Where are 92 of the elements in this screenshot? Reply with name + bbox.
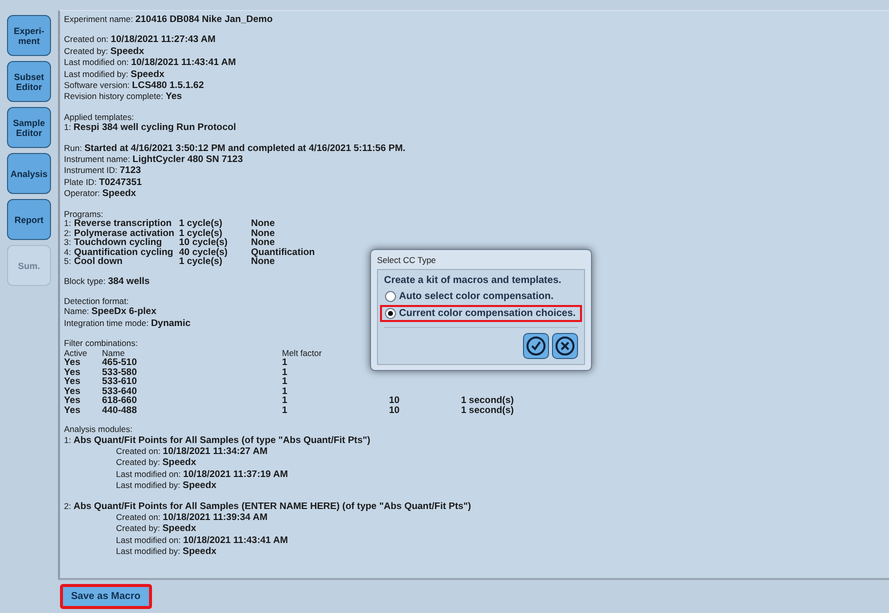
table-cell-text: 1 cycle(s) xyxy=(179,257,222,267)
table-cell-text: 1 xyxy=(282,358,288,368)
table-cell-text: 1: xyxy=(64,219,72,229)
table-cell-text: 533-610 xyxy=(102,377,138,387)
table-cell-text: Cool down xyxy=(74,257,123,267)
report-line: Name: SpeeDx 6-plex xyxy=(64,306,156,318)
table-cell-text: 465-510 xyxy=(102,358,138,368)
table-cell-text: None xyxy=(251,219,276,229)
report-line: Last modified on: 10/18/2021 11:43:41 AM xyxy=(116,534,288,546)
table-cell: 5: xyxy=(64,257,72,267)
radio-option[interactable]: Current color compensation choices. xyxy=(380,305,582,322)
table-cell: 4: xyxy=(64,248,72,258)
table-cell-text: 1 cycle(s) xyxy=(179,219,224,229)
report-line: Instrument ID: 7123 xyxy=(64,165,141,177)
table-cell-text: 1 xyxy=(282,396,288,406)
nav-button[interactable]: Subset Editor xyxy=(7,61,51,102)
table-cell-text: 1 xyxy=(282,377,288,387)
column-header: Active xyxy=(64,348,88,358)
ok-button[interactable] xyxy=(523,333,549,359)
table-cell-text: Yes xyxy=(64,396,82,406)
report-line: Last modified on: 10/18/2021 11:43:41 AM xyxy=(64,57,236,69)
dialog-prompt: Create a kit of macros and templates. xyxy=(384,275,562,286)
radio-icon[interactable] xyxy=(385,291,396,302)
table-cell-text: 440-488 xyxy=(102,406,138,416)
report-line: Plate ID: T0247351 xyxy=(64,176,142,188)
table-cell-text: Yes xyxy=(64,406,82,416)
report-line: Created by: Speedx xyxy=(64,46,144,58)
table-cell-text: Touchdown cycling xyxy=(74,238,162,248)
table-cell-text: Reverse transcription xyxy=(74,219,172,229)
report-line: Run: Started at 4/16/2021 3:50:12 PM and completed at 4/16/2021 5:11:56 PM. xyxy=(64,142,406,154)
table-cell-text: Quantification cycling xyxy=(74,248,174,258)
table-cell-text: 10 xyxy=(389,396,401,406)
report-line: Last modified by: Speedx xyxy=(116,546,216,558)
report-line: Last modified by: Speedx xyxy=(64,68,164,80)
table-cell: Quantification xyxy=(251,248,315,258)
table-cell: 1 second(s) xyxy=(461,396,514,406)
close-icon xyxy=(555,336,575,356)
module-title: 1: Abs Quant/Fit Points for All Samples (of type "Abs Quant/Fit Pts") xyxy=(64,434,370,446)
cancel-button[interactable] xyxy=(552,333,578,359)
report-line: Revision history complete: Yes xyxy=(64,91,182,103)
dialog-title: Select CC Type xyxy=(377,255,437,265)
table-cell-text: 1 xyxy=(282,368,288,378)
table-cell-text: Polymerase activation xyxy=(74,228,176,238)
table-cell-text: 1 xyxy=(282,406,288,416)
table-cell-text: 533-580 xyxy=(102,368,138,378)
report-line: Created by: Speedx xyxy=(116,457,196,469)
table-cell-text: None xyxy=(251,228,276,238)
report-line: Software version: LCS480 1.5.1.62 xyxy=(64,80,204,92)
table-cell-text: None xyxy=(251,238,275,248)
table-cell-text: None xyxy=(251,257,275,267)
table-cell-text: 10 xyxy=(389,406,401,416)
report-line: Operator: Speedx xyxy=(64,188,136,200)
report-line: 1: Respi 384 well cycling Run Protocol xyxy=(64,122,236,134)
table-cell-text: 10 cycle(s) xyxy=(179,238,229,248)
table-cell-text: Yes xyxy=(64,368,82,378)
column-header: Name xyxy=(102,348,126,358)
table-cell-text: 1 xyxy=(282,386,288,396)
table-cell-text: 40 cycle(s) xyxy=(179,248,229,258)
table-cell-text: 533-640 xyxy=(102,386,138,396)
report-line: Created by: Speedx xyxy=(116,523,196,535)
section-heading: Filter combinations: xyxy=(64,338,138,349)
table-cell: 1 second(s) xyxy=(461,406,514,416)
table-cell-text: Yes xyxy=(64,377,82,387)
table-cell-text: Yes xyxy=(64,358,82,368)
nav-button[interactable]: Experi- ment xyxy=(7,15,51,56)
table-cell-text: 618-660 xyxy=(102,396,138,406)
nav-button[interactable]: Sample Editor xyxy=(7,107,51,148)
section-heading: Programs: xyxy=(64,208,104,220)
report-line: Created on: 10/18/2021 11:27:43 AM xyxy=(64,34,216,46)
table-cell: 2: xyxy=(64,228,72,238)
check-icon xyxy=(526,336,546,356)
table-cell-text: 1 cycle(s) xyxy=(179,228,222,238)
report-line: Detection format: xyxy=(64,296,129,306)
report-line: Created on: 10/18/2021 11:39:34 AM xyxy=(116,512,268,524)
table-cell: 3: xyxy=(64,238,72,248)
module-title: 2: Abs Quant/Fit Points for All Samples (ENTER NAME HERE) (of type "Abs Quant/Fit Pts") xyxy=(64,500,472,512)
report-line: Last modified on: 10/18/2021 11:37:19 AM xyxy=(116,468,288,480)
radio-option[interactable]: Auto select color compensation. xyxy=(380,288,582,305)
nav-button[interactable]: Report xyxy=(7,199,51,240)
report-line: Integration time mode: Dynamic xyxy=(64,318,191,330)
report-line: Applied templates: xyxy=(64,112,134,122)
report-line: Instrument name: LightCycler 480 SN 7123 xyxy=(64,154,243,166)
column-header: Melt factor xyxy=(282,348,323,358)
report-line: Experiment name: 210416 DB084 Nike Jan_Demo xyxy=(64,14,273,26)
radio-icon[interactable] xyxy=(385,308,396,319)
nav-button[interactable]: Analysis xyxy=(7,153,51,194)
report-line: Created on: 10/18/2021 11:34:27 AM xyxy=(116,446,268,458)
report-line: Last modified by: Speedx xyxy=(116,480,216,492)
save-macro-button[interactable]: Save as Macro xyxy=(60,584,152,609)
section-heading: Analysis modules: xyxy=(64,424,133,435)
report-line: Block type: 384 wells xyxy=(64,276,150,287)
table-cell-text: Yes xyxy=(64,386,82,396)
